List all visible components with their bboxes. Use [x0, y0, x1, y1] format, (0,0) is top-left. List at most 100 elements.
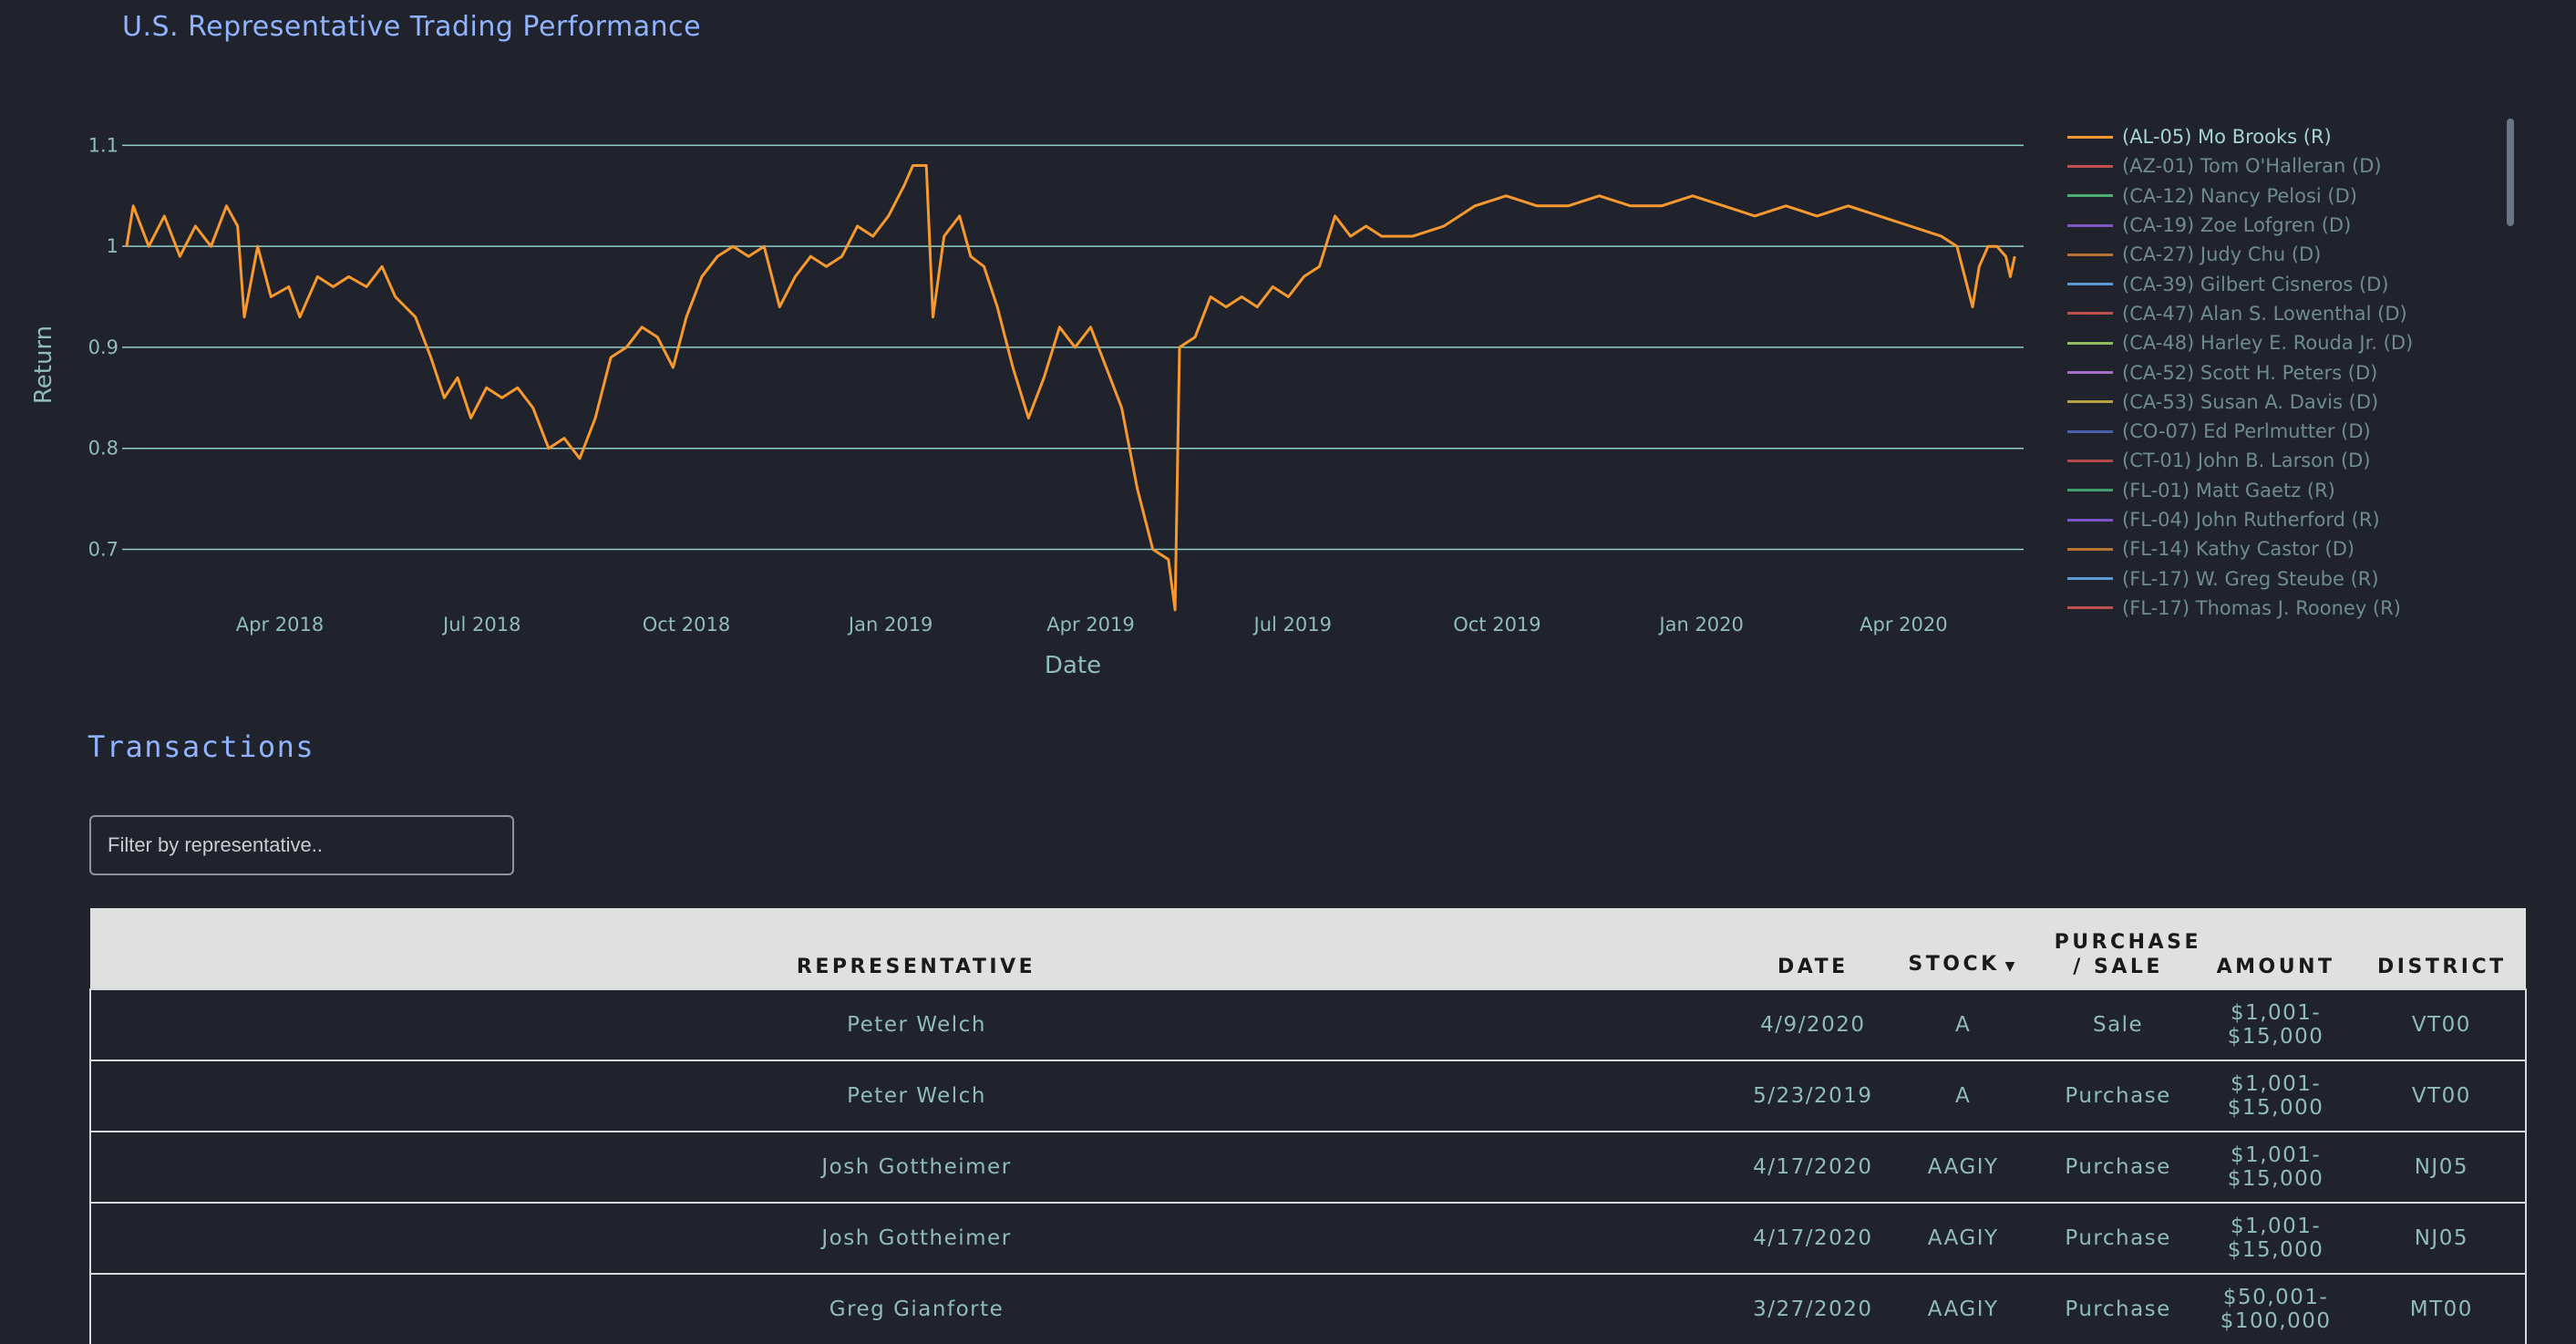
cell-amount: $1,001- $15,000 [2193, 988, 2358, 1060]
x-tick-label: Jul 2018 [441, 614, 520, 636]
legend-item[interactable]: (CO-07) Ed Perlmutter (D) [2067, 417, 2496, 446]
filter-input[interactable] [89, 815, 514, 875]
legend-item[interactable]: (FL-04) John Rutherford (R) [2067, 505, 2496, 534]
cell-stock: A [1883, 988, 2043, 1060]
x-tick-label: Oct 2019 [1453, 614, 1540, 636]
legend-item[interactable]: (CA-27) Judy Chu (D) [2067, 240, 2496, 269]
legend-label: (CA-53) Susan A. Davis (D) [2122, 390, 2379, 413]
legend-swatch-icon [2067, 429, 2113, 433]
cell-district: NJ05 [2357, 1202, 2528, 1274]
legend-item[interactable]: (FL-14) Kathy Castor (D) [2067, 534, 2496, 563]
legend-swatch-icon [2067, 459, 2113, 462]
x-tick-label: Oct 2018 [643, 614, 730, 636]
legend-swatch-icon [2067, 283, 2113, 286]
legend-label: (CO-07) Ed Perlmutter (D) [2122, 420, 2371, 443]
legend-label: (CA-12) Nancy Pelosi (D) [2122, 184, 2357, 207]
y-axis-label: Return [30, 326, 57, 404]
legend-label: (CA-19) Zoe Lofgren (D) [2122, 214, 2352, 237]
column-header-representative[interactable]: REPRESENTATIVE [90, 908, 1743, 989]
column-label: PURCHASE / SALE [2054, 931, 2201, 978]
cell-representative: Josh Gottheimer [88, 1202, 1743, 1274]
transactions-table: REPRESENTATIVE DATE STOCK ▼ PURCHASE / SA… [88, 908, 2528, 1344]
cell-representative: Peter Welch [88, 1060, 1743, 1132]
column-header-stock[interactable]: STOCK ▼ [1883, 908, 2043, 989]
legend-swatch-icon [2067, 194, 2113, 198]
table-row[interactable]: Josh Gottheimer 4/17/2020 AAGIY Purchase $1,… [88, 1202, 2528, 1274]
cell-stock: AAGIY [1883, 1273, 2043, 1344]
legend-label: (FL-14) Kathy Castor (D) [2122, 538, 2355, 561]
cell-date: 4/17/2020 [1742, 1131, 1884, 1203]
legend-swatch-icon [2067, 135, 2113, 139]
legend-swatch-icon [2067, 312, 2113, 315]
column-label: AMOUNT [2216, 956, 2335, 978]
legend-swatch-icon [2067, 518, 2113, 522]
cell-type: Sale [2042, 988, 2194, 1060]
x-tick-label: Apr 2020 [1860, 614, 1947, 636]
column-header-district[interactable]: DISTRICT [2357, 908, 2526, 989]
cell-representative: Greg Gianforte [88, 1273, 1743, 1344]
legend-item[interactable]: (AZ-01) Tom O'Halleran (D) [2067, 151, 2496, 181]
cell-stock: A [1883, 1060, 2043, 1132]
cell-amount: $1,001- $15,000 [2193, 1131, 2358, 1203]
legend-label: (AL-05) Mo Brooks (R) [2122, 126, 2332, 149]
legend-swatch-icon [2067, 547, 2113, 551]
table-row[interactable]: Peter Welch 5/23/2019 A Purchase $1,001- $15,… [88, 1060, 2528, 1132]
cell-representative: Peter Welch [88, 988, 1743, 1060]
y-tick-label: 0.8 [88, 438, 118, 460]
x-axis-label: Date [1045, 652, 1101, 679]
line-chart[interactable]: 0.7 0.8 0.9 1 1.1 Apr 2018 Jul 2018 Oct 2018 Jan… [0, 55, 2033, 693]
legend-label: (CT-01) John B. Larson (D) [2122, 450, 2371, 472]
x-tick-label: Apr 2018 [236, 614, 324, 636]
legend-item[interactable]: (FL-01) Matt Gaetz (R) [2067, 476, 2496, 505]
table-header-row: REPRESENTATIVE DATE STOCK ▼ PURCHASE / SA… [90, 908, 2526, 989]
table-row[interactable]: Greg Gianforte 3/27/2020 AAGIY Purchase $50,… [88, 1273, 2528, 1344]
legend-label: (CA-48) Harley E. Rouda Jr. (D) [2122, 332, 2414, 355]
legend-item[interactable]: (CA-48) Harley E. Rouda Jr. (D) [2067, 328, 2496, 357]
cell-type: Purchase [2042, 1202, 2194, 1274]
column-label: DISTRICT [2377, 956, 2507, 978]
legend-item[interactable]: (CT-01) John B. Larson (D) [2067, 446, 2496, 475]
column-header-purchase-sale[interactable]: PURCHASE / SALE [2042, 908, 2201, 989]
cell-type: Purchase [2042, 1060, 2194, 1132]
legend-swatch-icon [2067, 577, 2113, 581]
legend-label: (FL-01) Matt Gaetz (R) [2122, 479, 2335, 501]
legend-item[interactable]: (CA-19) Zoe Lofgren (D) [2067, 211, 2496, 240]
legend-scrollbar[interactable] [2507, 119, 2514, 226]
cell-amount: $1,001- $15,000 [2193, 1202, 2358, 1274]
legend-item[interactable]: (FL-17) W. Greg Steube (R) [2067, 563, 2496, 593]
column-label: DATE [1777, 956, 1849, 978]
column-header-amount[interactable]: AMOUNT [2193, 908, 2358, 989]
column-label: STOCK [1908, 953, 2000, 976]
column-label: REPRESENTATIVE [796, 956, 1036, 978]
legend-item[interactable]: (CA-47) Alan S. Lowenthal (D) [2067, 299, 2496, 328]
legend-label: (CA-52) Scott H. Peters (D) [2122, 361, 2378, 384]
legend-item[interactable]: (CA-12) Nancy Pelosi (D) [2067, 181, 2496, 211]
y-tick-label: 1 [107, 235, 118, 257]
legend-item[interactable]: (AL-05) Mo Brooks (R) [2067, 122, 2496, 151]
cell-stock: AAGIY [1883, 1202, 2043, 1274]
legend-item[interactable]: (FL-17) Thomas J. Rooney (R) [2067, 594, 2496, 623]
cell-amount: $50,001- $100,000 [2193, 1273, 2358, 1344]
cell-date: 5/23/2019 [1742, 1060, 1884, 1132]
legend-swatch-icon [2067, 371, 2113, 375]
table-row[interactable]: Peter Welch 4/9/2020 A Sale $1,001- $15,000 VT… [88, 988, 2528, 1060]
legend-item[interactable]: (CA-53) Susan A. Davis (D) [2067, 388, 2496, 417]
cell-district: MT00 [2357, 1273, 2528, 1344]
sort-down-icon[interactable]: ▼ [2005, 959, 2018, 974]
chart-legend[interactable]: (AL-05) Mo Brooks (R) (AZ-01) Tom O'Halle… [2067, 122, 2496, 669]
legend-label: (CA-39) Gilbert Cisneros (D) [2122, 273, 2389, 295]
legend-label: (FL-17) W. Greg Steube (R) [2122, 567, 2379, 590]
transactions-title: Transactions [88, 729, 315, 764]
chart-container: 0.7 0.8 0.9 1 1.1 Apr 2018 Jul 2018 Oct 2018 Jan… [0, 55, 2576, 693]
legend-swatch-icon [2067, 223, 2113, 227]
legend-swatch-icon [2067, 341, 2113, 345]
legend-swatch-icon [2067, 164, 2113, 168]
table-row[interactable]: Josh Gottheimer 4/17/2020 AAGIY Purchase $1,… [88, 1131, 2528, 1203]
legend-item[interactable]: (CA-39) Gilbert Cisneros (D) [2067, 269, 2496, 298]
y-tick-label: 0.9 [88, 336, 118, 358]
column-header-date[interactable]: DATE [1742, 908, 1884, 989]
legend-swatch-icon [2067, 489, 2113, 492]
legend-item[interactable]: (CA-52) Scott H. Peters (D) [2067, 357, 2496, 387]
legend-swatch-icon [2067, 253, 2113, 256]
cell-type: Purchase [2042, 1131, 2194, 1203]
